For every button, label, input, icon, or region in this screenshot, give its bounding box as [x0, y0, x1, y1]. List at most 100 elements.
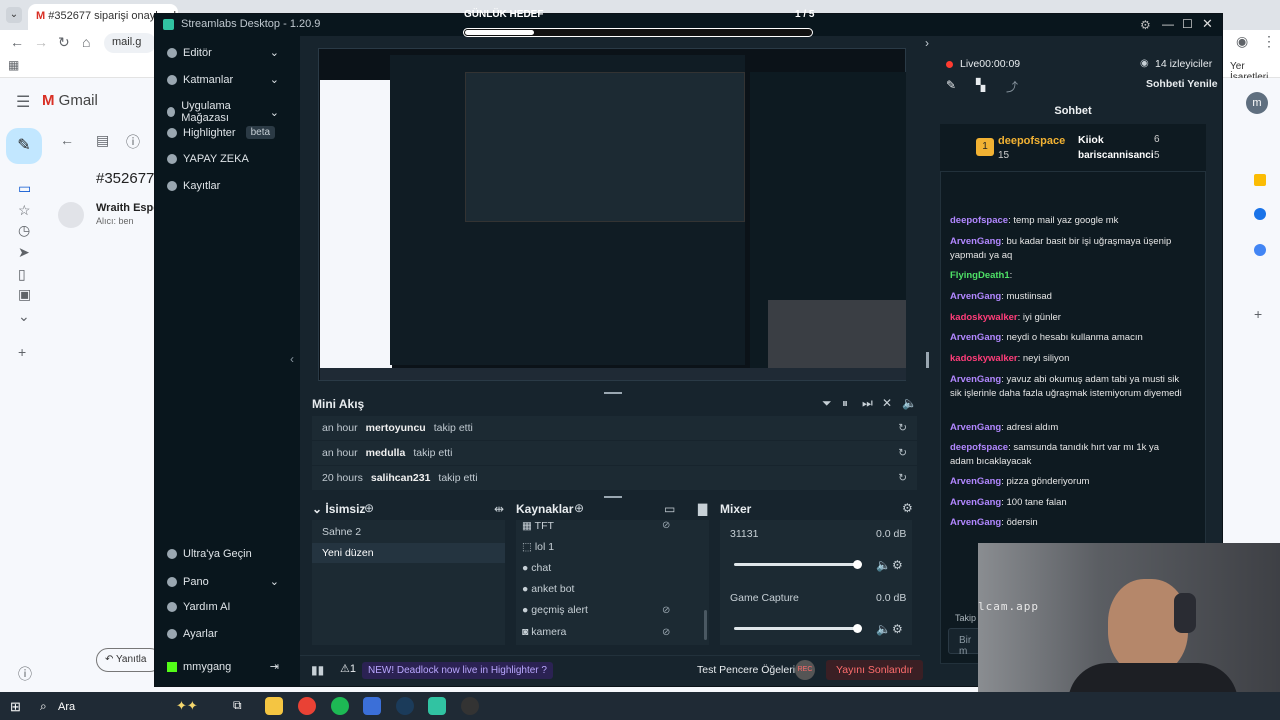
spotify-icon[interactable] [331, 697, 349, 715]
nav-settings[interactable]: Ayarlar [167, 628, 218, 640]
contacts-icon[interactable] [1254, 244, 1266, 256]
chat-user[interactable]: ArvenGang [950, 236, 1001, 247]
add-addon-icon[interactable]: + [1254, 306, 1262, 322]
chrome-icon[interactable] [298, 697, 316, 715]
hidden-eye-icon[interactable]: ⊘ [662, 605, 670, 616]
pause-icon[interactable]: ⏸ [842, 396, 848, 411]
taskbar-search[interactable]: Ara [58, 701, 75, 713]
source-folder-icon[interactable]: ▇ [698, 502, 707, 516]
slider-knob[interactable] [853, 560, 862, 569]
collapse-left-icon[interactable]: ‹ [290, 352, 294, 366]
mute-alerts-icon[interactable]: ✕ [882, 396, 892, 410]
replay-icon[interactable]: ↻ [898, 472, 907, 484]
tab-list-button[interactable]: ⌄ [6, 7, 22, 23]
source-item[interactable]: ● geçmiş alert [522, 604, 682, 616]
reload-icon[interactable]: ↻ [58, 34, 70, 51]
send-icon[interactable]: ➤ [18, 244, 30, 261]
steam-icon[interactable] [396, 697, 414, 715]
draft-icon[interactable]: ▯ [18, 266, 26, 283]
chat-user[interactable]: ArvenGang [950, 422, 1001, 433]
source-item[interactable]: ▦ TFT [522, 520, 682, 532]
preview-resize-handle[interactable] [926, 352, 929, 368]
nav-help-ai[interactable]: Yardım AI [167, 601, 230, 613]
mixer-volume-slider[interactable] [734, 624, 862, 633]
mixer-settings-icon[interactable]: ⚙ [902, 501, 913, 515]
main-menu-icon[interactable]: ☰ [16, 92, 30, 112]
chat-user[interactable]: kadoskywalker [950, 312, 1018, 323]
nav-ultra[interactable]: Ultra'ya Geçin [167, 548, 252, 560]
chat-user[interactable]: FlyingDeath1 [950, 270, 1010, 281]
nav-app-store[interactable]: Uygulama Mağazası ⌄ [167, 100, 279, 124]
add-label-icon[interactable]: + [18, 344, 26, 360]
source-tools-icon[interactable]: ▭ [664, 502, 675, 516]
scene-item-selected[interactable]: Yeni düzen [312, 543, 505, 563]
nav-dashboard[interactable]: Pano ⌄ [167, 575, 279, 588]
streamlabs-taskbar-icon[interactable] [428, 697, 446, 715]
forward-icon[interactable]: → [34, 34, 48, 50]
channel-settings-icon[interactable]: ⚙ [892, 558, 903, 572]
hidden-eye-icon[interactable]: ⊘ [662, 520, 670, 531]
volume-icon[interactable]: 🔈 [902, 396, 917, 410]
mixer-volume-slider[interactable] [734, 560, 862, 569]
nav-highlighter[interactable]: Highlighter beta [167, 126, 276, 139]
clip-icon[interactable]: ▚ [976, 78, 985, 92]
hidden-eye-icon[interactable]: ⊘ [662, 627, 670, 638]
alert-icon[interactable]: ⚠1 [340, 662, 356, 675]
reply-button[interactable]: ↶ Yanıtla [96, 648, 162, 672]
settings-gear-icon[interactable]: ⚙ [1140, 18, 1151, 32]
test-widgets-button[interactable]: Test Pencere Öğeleri [697, 664, 795, 676]
file-explorer-icon[interactable] [265, 697, 283, 715]
mute-icon[interactable]: 🔈 [876, 622, 891, 636]
panel-drag-handle[interactable] [604, 392, 622, 394]
source-item[interactable]: ● chat [522, 562, 682, 574]
chat-user[interactable]: ArvenGang [950, 476, 1001, 487]
close-icon[interactable]: ✕ [1202, 16, 1213, 32]
account-avatar[interactable]: m [1246, 92, 1268, 114]
tasks-icon[interactable] [1254, 208, 1266, 220]
end-stream-button[interactable]: Yayını Sonlandır [826, 660, 923, 680]
nav-ai[interactable]: YAPAY ZEKA [167, 153, 249, 165]
back-to-inbox-icon[interactable]: ← [60, 132, 74, 148]
help-icon[interactable]: ⓘ [18, 664, 32, 684]
share-icon[interactable]: ⤴ [1006, 78, 1018, 95]
skip-icon[interactable]: ⏭ [862, 396, 873, 411]
add-scene-icon[interactable]: ⊕ [364, 501, 374, 515]
widgets-icon[interactable]: ✦✦ [176, 698, 198, 714]
archive-icon[interactable]: ▤ [96, 132, 109, 149]
maximize-icon[interactable]: ☐ [1182, 17, 1193, 31]
chat-user[interactable]: ArvenGang [950, 291, 1001, 302]
news-banner[interactable]: NEW! Deadlock now live in Highlighter ? [362, 662, 553, 679]
apps-grid-icon[interactable]: ▦ [8, 58, 19, 72]
collapse-right-icon[interactable]: › [925, 36, 929, 50]
scene-item[interactable]: Sahne 2 [312, 522, 505, 542]
clock-icon[interactable]: ◷ [18, 222, 30, 239]
report-icon[interactable]: ⓘ [126, 132, 140, 152]
source-item[interactable]: ⬚ lol 1 [522, 541, 682, 553]
star-icon[interactable]: ☆ [18, 202, 31, 219]
taskbar-search-icon[interactable]: ⌕ [40, 699, 47, 714]
nav-layers[interactable]: Katmanlar ⌄ [167, 73, 279, 86]
obs-icon[interactable] [461, 697, 479, 715]
add-source-icon[interactable]: ⊕ [574, 501, 584, 515]
mute-icon[interactable]: 🔈 [876, 558, 891, 572]
chat-user[interactable]: ArvenGang [950, 497, 1001, 508]
replay-icon[interactable]: ↻ [898, 422, 907, 434]
chat-user[interactable]: ArvenGang [950, 517, 1001, 528]
back-icon[interactable]: ← [10, 34, 24, 50]
home-icon[interactable]: ⌂ [82, 34, 90, 50]
filter-icon[interactable]: ⏷ [822, 396, 832, 411]
chat-user[interactable]: ArvenGang [950, 374, 1001, 385]
gmail-logo[interactable]: M Gmail [42, 92, 98, 109]
chat-user[interactable]: deepofspace [950, 442, 1008, 453]
calendar-icon[interactable] [1254, 174, 1266, 186]
performance-icon[interactable]: ▮▮ [311, 663, 324, 677]
scene-transition-icon[interactable]: ⇹ [494, 502, 504, 516]
source-item[interactable]: ◙ kamera [522, 626, 682, 638]
inbox-icon[interactable]: ▭ [18, 180, 31, 197]
panel-drag-handle[interactable] [604, 496, 622, 498]
address-bar[interactable]: mail.g [104, 33, 156, 53]
menu-icon[interactable]: ⋮ [1262, 33, 1276, 50]
task-view-icon[interactable]: ⧉ [233, 698, 242, 713]
source-item[interactable]: ● anket bot [522, 583, 682, 595]
windows-start-icon[interactable]: ⊞ [10, 699, 21, 715]
